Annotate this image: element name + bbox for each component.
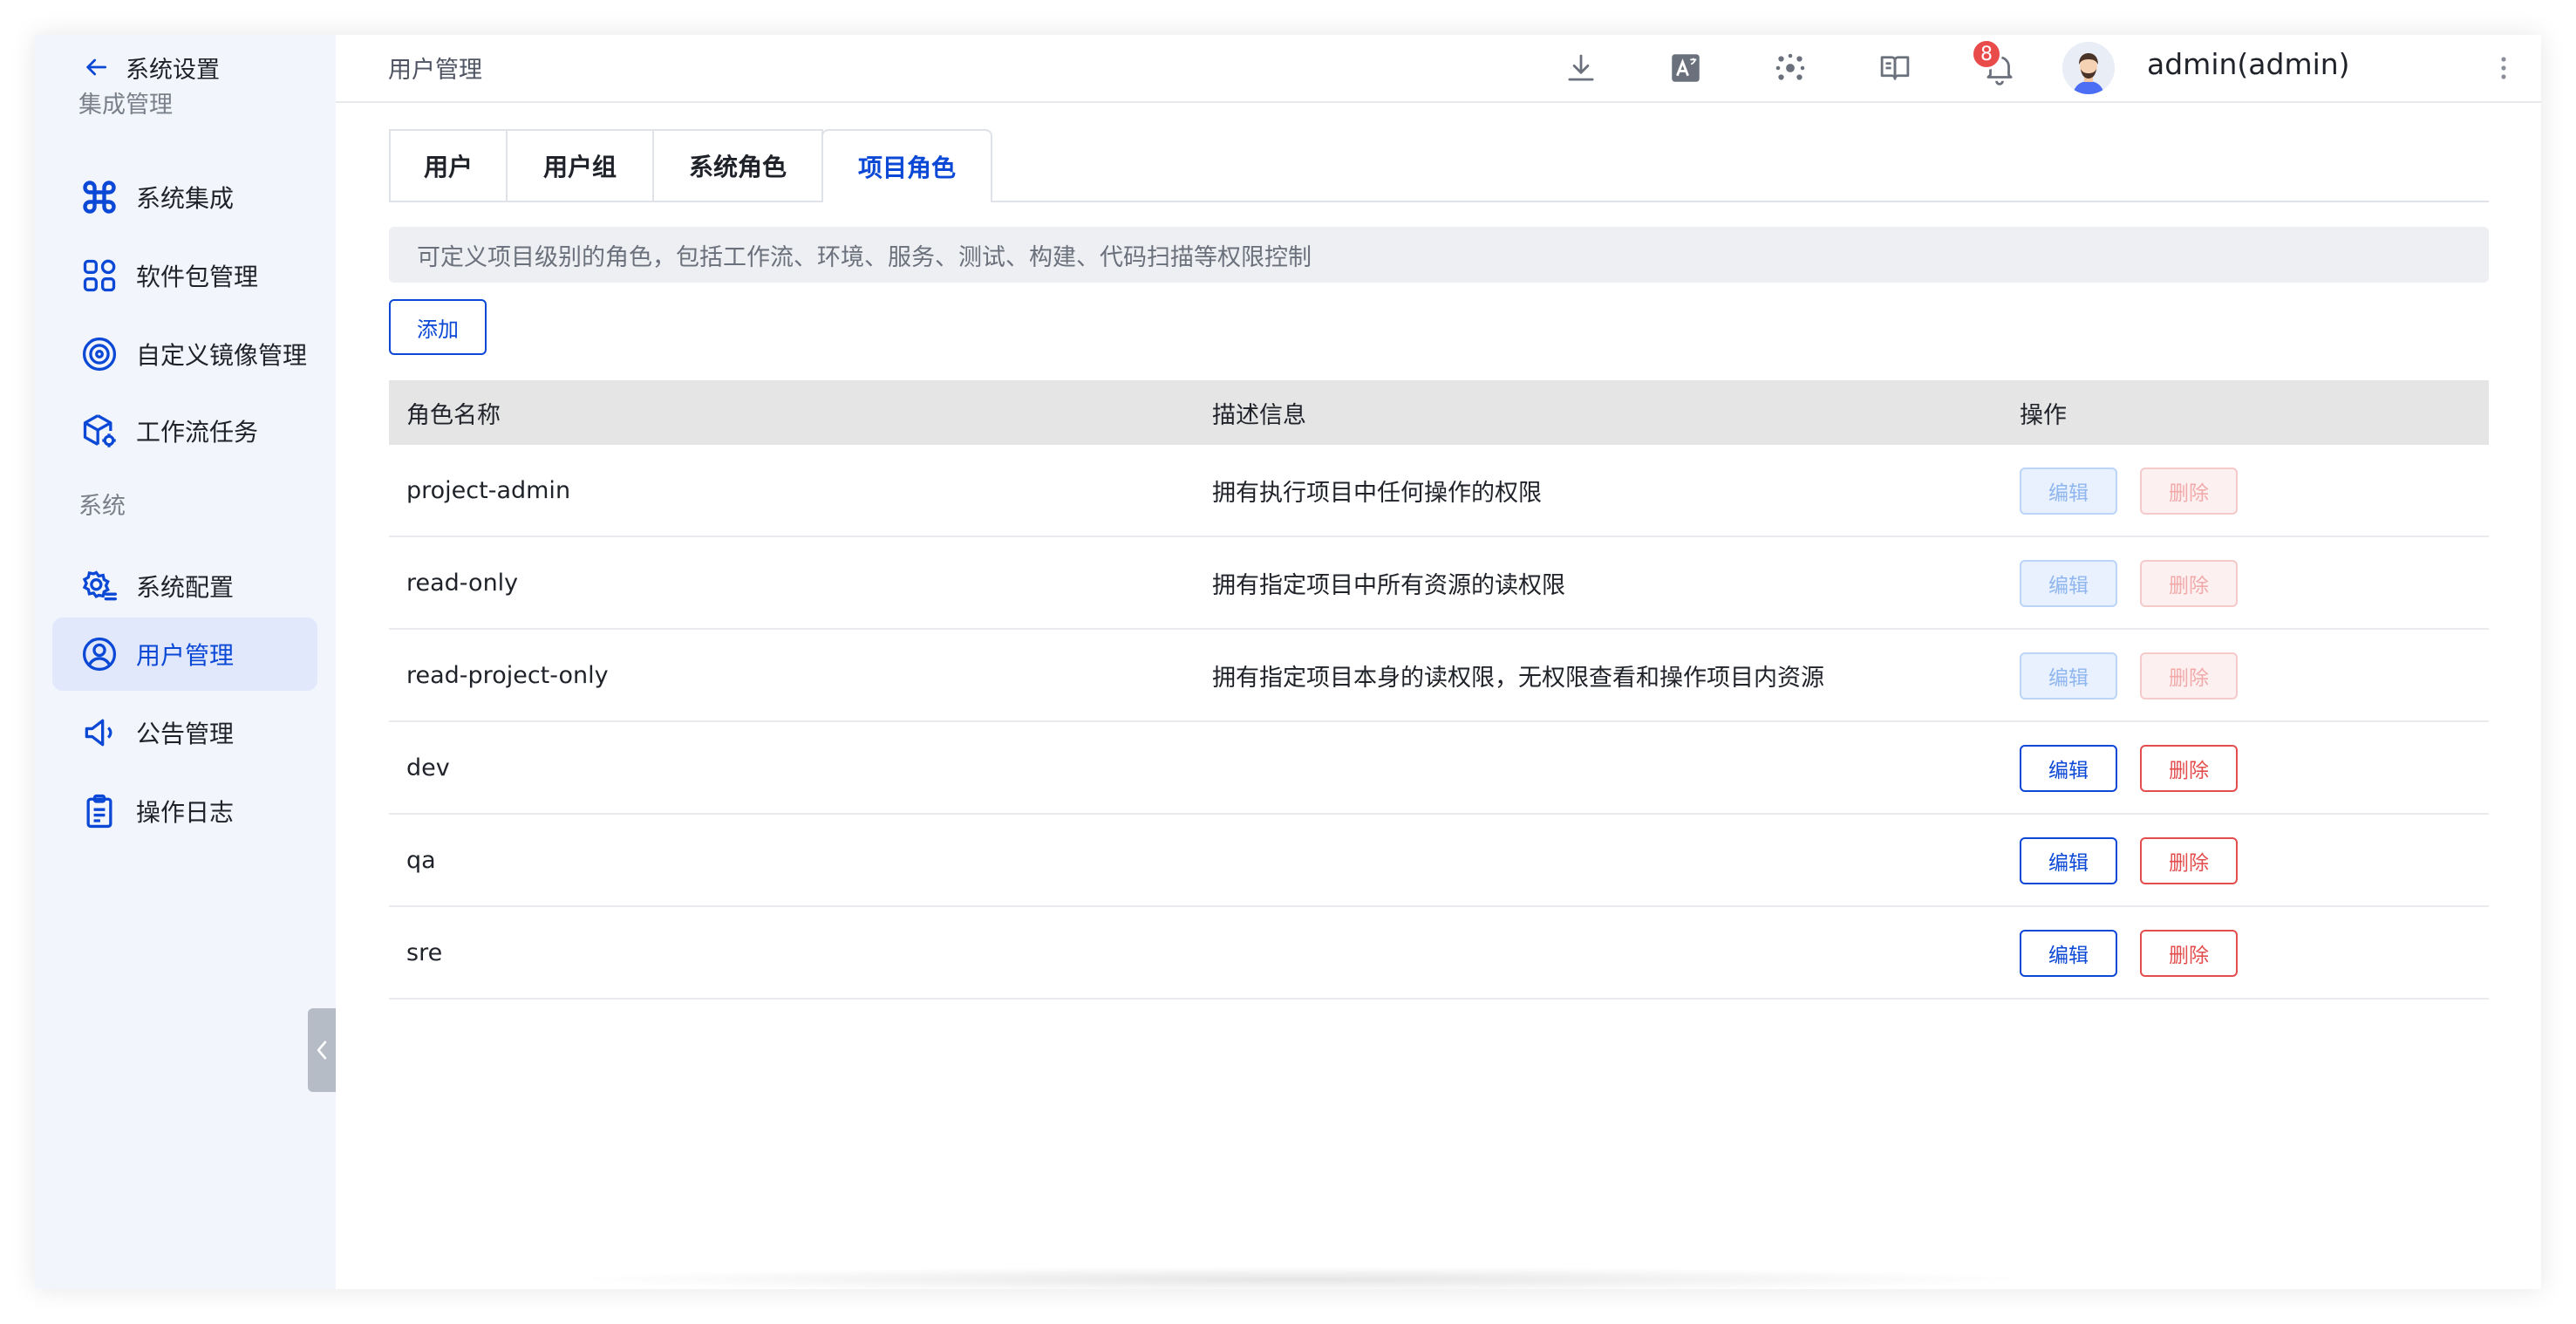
sidebar-item-label: 操作日志 bbox=[136, 798, 235, 827]
sidebar-item-packages[interactable]: 软件包管理 bbox=[52, 239, 317, 312]
delete-button[interactable]: 删除 bbox=[2140, 837, 2238, 884]
group-title-integration: 集成管理 bbox=[78, 92, 173, 119]
download-icon[interactable] bbox=[1560, 47, 1602, 89]
avatar[interactable] bbox=[2062, 42, 2115, 94]
column-header-actions: 操作 bbox=[2020, 401, 2067, 429]
delete-button[interactable]: 删除 bbox=[2140, 467, 2238, 515]
table-row: sre 编辑 删除 bbox=[389, 907, 2489, 1000]
roles-table: 角色名称 描述信息 操作 project-admin 拥有执行项目中任何操作的权… bbox=[389, 380, 2489, 1000]
sidebar: 系统设置 集成管理 系统集成 软件包管理 自定义镜像管理 工作流任务 系统 系统… bbox=[35, 35, 336, 1289]
sidebar-item-workflow-tasks[interactable]: 工作流任务 bbox=[52, 394, 317, 467]
table-row: read-only 拥有指定项目中所有资源的读权限 编辑 删除 bbox=[389, 537, 2489, 630]
role-name: dev bbox=[406, 754, 450, 781]
table-row: dev 编辑 删除 bbox=[389, 722, 2489, 815]
table-header: 角色名称 描述信息 操作 bbox=[389, 380, 2489, 445]
disc-icon bbox=[80, 335, 119, 373]
sidebar-item-label: 软件包管理 bbox=[136, 263, 259, 291]
sidebar-item-label: 用户管理 bbox=[136, 641, 235, 670]
app-window: 系统设置 集成管理 系统集成 软件包管理 自定义镜像管理 工作流任务 系统 系统… bbox=[35, 35, 2541, 1289]
sidebar-item-label: 系统配置 bbox=[136, 573, 235, 602]
table-row: qa 编辑 删除 bbox=[389, 815, 2489, 907]
more-vertical-icon[interactable] bbox=[2486, 51, 2521, 85]
tab-project-roles[interactable]: 项目角色 bbox=[821, 129, 992, 202]
cube-gear-icon bbox=[80, 412, 119, 450]
column-header-description: 描述信息 bbox=[1212, 401, 1306, 429]
edit-button[interactable]: 编辑 bbox=[2020, 930, 2117, 977]
role-name: qa bbox=[406, 846, 436, 874]
plugin-icon[interactable] bbox=[1769, 47, 1811, 89]
table-row: project-admin 拥有执行项目中任何操作的权限 编辑 删除 bbox=[389, 445, 2489, 537]
delete-button[interactable]: 删除 bbox=[2140, 745, 2238, 792]
bottom-shadow bbox=[558, 1266, 2041, 1289]
sidebar-item-operation-log[interactable]: 操作日志 bbox=[52, 775, 317, 848]
user-name[interactable]: admin(admin) bbox=[2147, 47, 2350, 81]
tab-system-roles[interactable]: 系统角色 bbox=[652, 129, 823, 201]
description-banner: 可定义项目级别的角色，包括工作流、环境、服务、测试、构建、代码扫描等权限控制 bbox=[389, 227, 2489, 283]
tab-users[interactable]: 用户 bbox=[389, 129, 508, 201]
back-button[interactable]: 系统设置 bbox=[82, 51, 220, 84]
sidebar-item-label: 系统集成 bbox=[136, 184, 235, 213]
role-name: read-project-only bbox=[406, 661, 609, 689]
sidebar-collapse-handle[interactable] bbox=[308, 1008, 336, 1092]
page-title: 用户管理 bbox=[388, 57, 482, 84]
delete-button[interactable]: 删除 bbox=[2140, 652, 2238, 700]
edit-button[interactable]: 编辑 bbox=[2020, 837, 2117, 884]
delete-button[interactable]: 删除 bbox=[2140, 560, 2238, 607]
chevron-left-icon bbox=[317, 1041, 327, 1060]
role-name: project-admin bbox=[406, 476, 571, 504]
megaphone-icon bbox=[80, 713, 119, 752]
edit-button[interactable]: 编辑 bbox=[2020, 745, 2117, 792]
back-label: 系统设置 bbox=[126, 56, 220, 84]
sidebar-item-custom-images[interactable]: 自定义镜像管理 bbox=[52, 317, 317, 391]
clipboard-icon bbox=[80, 792, 119, 830]
apps-icon bbox=[80, 256, 119, 295]
command-icon bbox=[80, 178, 119, 216]
group-title-system: 系统 bbox=[78, 493, 126, 520]
gear-list-icon bbox=[80, 567, 119, 605]
book-icon[interactable] bbox=[1874, 47, 1916, 89]
table-row: read-project-only 拥有指定项目本身的读权限，无权限查看和操作项… bbox=[389, 630, 2489, 722]
top-header: 用户管理 8 admin(admin) bbox=[336, 35, 2541, 103]
sidebar-item-announcements[interactable]: 公告管理 bbox=[52, 696, 317, 769]
arrow-left-icon bbox=[86, 58, 106, 76]
sidebar-item-label: 自定义镜像管理 bbox=[136, 341, 308, 370]
edit-button[interactable]: 编辑 bbox=[2020, 652, 2117, 700]
edit-button[interactable]: 编辑 bbox=[2020, 560, 2117, 607]
edit-button[interactable]: 编辑 bbox=[2020, 467, 2117, 515]
column-header-role-name: 角色名称 bbox=[406, 401, 501, 429]
tab-bar: 用户 用户组 系统角色 项目角色 bbox=[389, 129, 2489, 202]
tab-user-groups[interactable]: 用户组 bbox=[506, 129, 654, 201]
role-description: 拥有指定项目本身的读权限，无权限查看和操作项目内资源 bbox=[1212, 664, 1824, 692]
add-role-button[interactable]: 添加 bbox=[389, 299, 487, 355]
notification-badge: 8 bbox=[1971, 38, 2002, 70]
role-name: sre bbox=[406, 938, 443, 966]
sidebar-item-system-integration[interactable]: 系统集成 bbox=[52, 160, 317, 234]
sidebar-item-system-config[interactable]: 系统配置 bbox=[52, 549, 317, 623]
translate-icon[interactable] bbox=[1665, 47, 1707, 89]
sidebar-item-label: 工作流任务 bbox=[136, 418, 259, 447]
sidebar-item-user-management[interactable]: 用户管理 bbox=[52, 618, 317, 691]
role-name: read-only bbox=[406, 569, 519, 597]
role-description: 拥有执行项目中任何操作的权限 bbox=[1212, 479, 1542, 507]
role-description: 拥有指定项目中所有资源的读权限 bbox=[1212, 571, 1565, 599]
delete-button[interactable]: 删除 bbox=[2140, 930, 2238, 977]
sidebar-item-label: 公告管理 bbox=[136, 720, 235, 748]
user-circle-icon bbox=[80, 635, 119, 673]
